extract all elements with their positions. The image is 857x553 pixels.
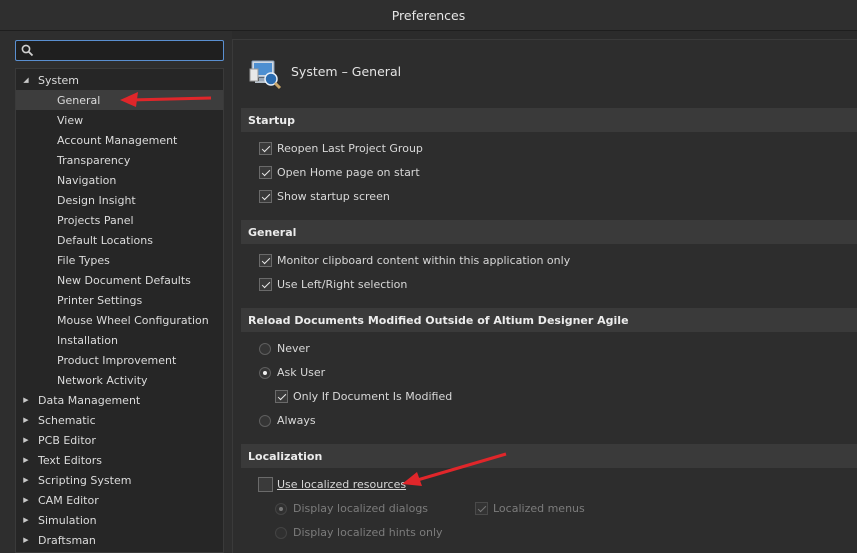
localized-menus-option[interactable]: Localized menus [475,502,585,515]
tree-item-account-management[interactable]: Account Management [16,130,223,150]
radio-button[interactable] [275,526,287,539]
radio-button[interactable] [259,366,271,379]
reload-never-radio[interactable]: Never [259,342,310,355]
tree-item-printer-settings[interactable]: Printer Settings [16,290,223,310]
tree-item-projects-panel[interactable]: Projects Panel [16,210,223,230]
collapsed-arrow-icon[interactable]: ▶ [21,475,31,485]
checkbox[interactable] [259,166,272,179]
title-bar: Preferences [0,0,857,31]
section-header-startup: Startup [241,108,857,132]
open-home-page-option[interactable]: Open Home page on start [259,166,420,179]
left-right-selection-option[interactable]: Use Left/Right selection [259,278,407,291]
only-if-modified-option[interactable]: Only If Document Is Modified [275,390,452,403]
display-localized-dialogs-radio[interactable]: Display localized dialogs [275,502,428,515]
monitor-clipboard-option[interactable]: Monitor clipboard content within this ap… [259,254,570,267]
tree-item-transparency[interactable]: Transparency [16,150,223,170]
show-startup-screen-option[interactable]: Show startup screen [259,190,390,203]
system-general-icon [249,60,282,90]
navigation-pane: ◢ System General View Account Management Tr… [0,31,232,553]
preferences-tree: ◢ System General View Account Management Tr… [15,68,224,553]
radio-button[interactable] [259,414,271,427]
checkbox[interactable] [259,254,272,267]
tree-item-simulation[interactable]: ▶ Simulation [16,510,223,530]
collapsed-arrow-icon[interactable]: ▶ [21,495,31,505]
collapsed-arrow-icon[interactable]: ▶ [21,415,31,425]
page-header [249,54,283,94]
section-header-reload: Reload Documents Modified Outside of Alt… [241,308,857,332]
tree-item-navigation[interactable]: Navigation [16,170,223,190]
radio-button[interactable] [259,342,271,355]
tree-item-scripting-system[interactable]: ▶ Scripting System [16,470,223,490]
tree-item-mouse-wheel-configuration[interactable]: Mouse Wheel Configuration [16,310,223,330]
settings-panel: System – General Startup Reopen Last Pro… [232,39,857,553]
section-header-localization: Localization [241,444,857,468]
tree-item-network-activity[interactable]: Network Activity [16,370,223,390]
tree-item-design-insight[interactable]: Design Insight [16,190,223,210]
checkbox[interactable] [475,502,488,515]
expanded-arrow-icon[interactable]: ◢ [21,75,31,85]
content-pane: System – General Startup Reopen Last Pro… [232,31,857,553]
tree-item-cam-editor[interactable]: ▶ CAM Editor [16,490,223,510]
collapsed-arrow-icon[interactable]: ▶ [21,515,31,525]
collapsed-arrow-icon[interactable]: ▶ [21,535,31,545]
search-icon [21,44,34,57]
tree-item-data-management[interactable]: ▶ Data Management [16,390,223,410]
checkbox[interactable] [259,142,272,155]
tree-item-general[interactable]: General [16,90,223,110]
tree-item-product-improvement[interactable]: Product Improvement [16,350,223,370]
display-localized-hints-radio[interactable]: Display localized hints only [275,526,443,539]
page-title: System – General [291,64,402,79]
collapsed-arrow-icon[interactable]: ▶ [21,455,31,465]
window-title: Preferences [391,7,466,23]
tree-item-new-document-defaults[interactable]: New Document Defaults [16,270,223,290]
reopen-last-project-group-option[interactable]: Reopen Last Project Group [259,142,423,155]
search-input[interactable] [15,40,224,61]
tree-item-installation[interactable]: Installation [16,330,223,350]
checkbox[interactable] [275,390,288,403]
tree-item-view[interactable]: View [16,110,223,130]
tree-item-schematic[interactable]: ▶ Schematic [16,410,223,430]
collapsed-arrow-icon[interactable]: ▶ [21,395,31,405]
radio-button[interactable] [275,502,287,515]
section-header-general: General [241,220,857,244]
tree-item-file-types[interactable]: File Types [16,250,223,270]
reload-always-radio[interactable]: Always [259,414,316,427]
checkbox[interactable] [259,190,272,203]
reload-ask-user-radio[interactable]: Ask User [259,366,325,379]
tree-item-draftsman[interactable]: ▶ Draftsman [16,530,223,550]
tree-item-pcb-editor[interactable]: ▶ PCB Editor [16,430,223,450]
tree-item-text-editors[interactable]: ▶ Text Editors [16,450,223,470]
tree-item-default-locations[interactable]: Default Locations [16,230,223,250]
tree-item-system[interactable]: ◢ System [16,70,223,90]
checkbox[interactable] [258,477,273,492]
collapsed-arrow-icon[interactable]: ▶ [21,435,31,445]
use-localized-resources-option[interactable]: Use localized resources [258,477,406,492]
checkbox[interactable] [259,278,272,291]
